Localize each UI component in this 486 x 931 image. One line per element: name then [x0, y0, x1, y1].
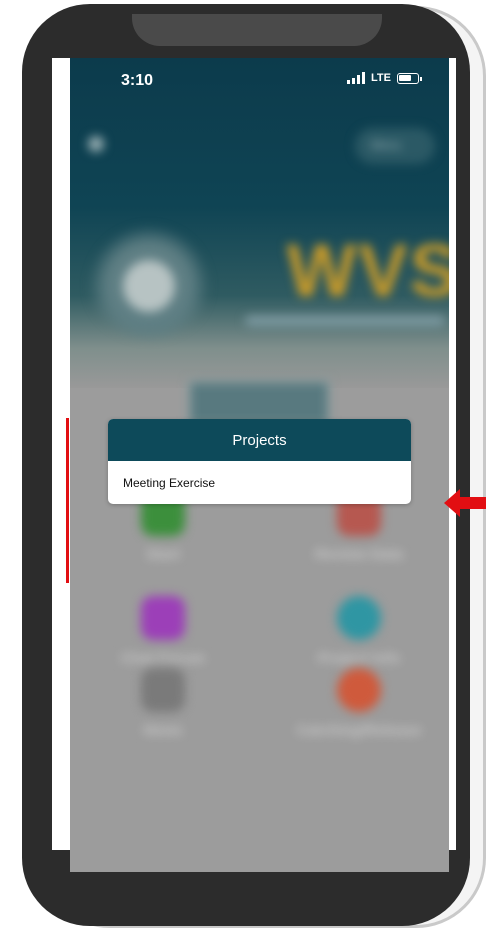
brand-title: WVS	[286, 229, 449, 312]
app-logo	[80, 133, 112, 155]
tile-catching-release[interactable]: Catching/Release	[272, 668, 446, 739]
tile-label: News	[143, 722, 183, 739]
catching-release-icon	[337, 668, 381, 712]
status-indicators: LTE	[347, 72, 422, 84]
tile-label: Start	[145, 546, 181, 563]
tile-label: Catching/Release	[296, 722, 422, 739]
tile-news[interactable]: News	[88, 668, 238, 739]
news-icon	[141, 668, 185, 712]
tile-project-info[interactable]: Project Info	[284, 596, 434, 667]
tile-label: Chat Forum	[120, 650, 206, 667]
pointer-arrow-icon	[444, 489, 486, 517]
network-label: LTE	[371, 72, 391, 84]
chat-forum-icon	[141, 596, 185, 640]
status-time: 3:10	[121, 72, 154, 89]
highlight-bar	[66, 418, 69, 583]
battery-icon	[397, 72, 422, 84]
signal-icon	[347, 72, 366, 84]
tile-label: Review Data	[314, 546, 404, 563]
phone-screen: 3:10 LTE Menu WVS Start Review Data Chat…	[70, 58, 449, 872]
paw-logo-icon	[80, 133, 112, 155]
brand-subtitle	[245, 316, 445, 326]
phone-notch	[132, 14, 382, 46]
menu-label: Menu	[371, 138, 402, 152]
menu-button[interactable]: Menu	[355, 128, 435, 164]
project-item-meeting-exercise[interactable]: Meeting Exercise	[108, 461, 411, 504]
tile-chat-forum[interactable]: Chat Forum	[88, 596, 238, 667]
screen-edge-right	[449, 58, 456, 850]
tile-label: Project Info	[317, 650, 401, 667]
dialog-title: Projects	[108, 419, 411, 461]
projects-dialog: Projects Meeting Exercise	[108, 419, 411, 504]
paw-banner-icon	[84, 208, 214, 338]
project-info-icon	[337, 596, 381, 640]
